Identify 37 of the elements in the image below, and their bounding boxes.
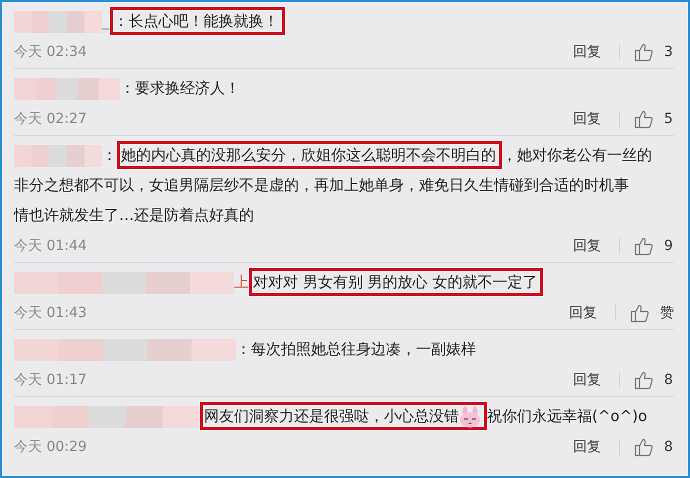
like-count: 9 [664,238,674,254]
like-count: 3 [664,44,674,60]
comment-text: 网友们洞察力还是很强哒，小心总没错 [204,407,459,425]
comment-text: ：长点心吧！能换就换！ [114,12,278,30]
like-count: 赞 [660,304,674,322]
reply-link[interactable]: 回复 [573,438,601,456]
username-fragment: _ [102,12,110,30]
comment-time: 今天 01:44 [14,237,87,255]
comment-text: 非分之想都不可以，女追男隔层纱不是虚的，再加上她单身，难免日久生情碰到合适的时机事情也许就发生了…还是防着点好真的 [14,176,629,224]
comment-time: 今天 01:43 [14,304,87,322]
thumbs-up-icon[interactable] [630,303,650,323]
thumbs-up-icon[interactable] [634,370,654,390]
reply-link[interactable]: 回复 [573,43,601,61]
comment-time: 今天 02:27 [14,110,87,128]
reply-link[interactable]: 回复 [573,110,601,128]
comment-time: 今天 00:29 [14,438,87,456]
like-count: 8 [664,439,674,455]
thumbs-up-icon[interactable] [634,109,654,129]
comment-text: ，她对你老公有一丝的 [502,146,652,164]
thumbs-up-icon[interactable] [634,437,654,457]
reply-link[interactable]: 回复 [573,237,601,255]
comment-time: 今天 02:34 [14,43,87,61]
comment-text: 对对对 男女有别 男的放心 女的就不一定了 [253,273,538,291]
comment-text: 她的内心真的没那么安分，欣姐你这么聪明不会不明白的 [121,146,496,164]
comment-time: 今天 01:17 [14,371,87,389]
username-fragment: 上 [234,273,249,291]
like-count: 8 [664,372,674,388]
bunny-face-icon [459,406,481,428]
reply-link[interactable]: 回复 [573,371,601,389]
like-count: 5 [664,111,674,127]
comment-text: ：要求换经济人！ [120,79,240,97]
reply-link[interactable]: 回复 [569,304,597,322]
comment-text: 祝你们永远幸福(^o^)o [487,407,648,425]
comment-text: ：每次拍照她总往身边凑，一副婊样 [236,340,476,358]
comment-text: ： [102,146,117,164]
thumbs-up-icon[interactable] [634,236,654,256]
thumbs-up-icon[interactable] [634,42,654,62]
